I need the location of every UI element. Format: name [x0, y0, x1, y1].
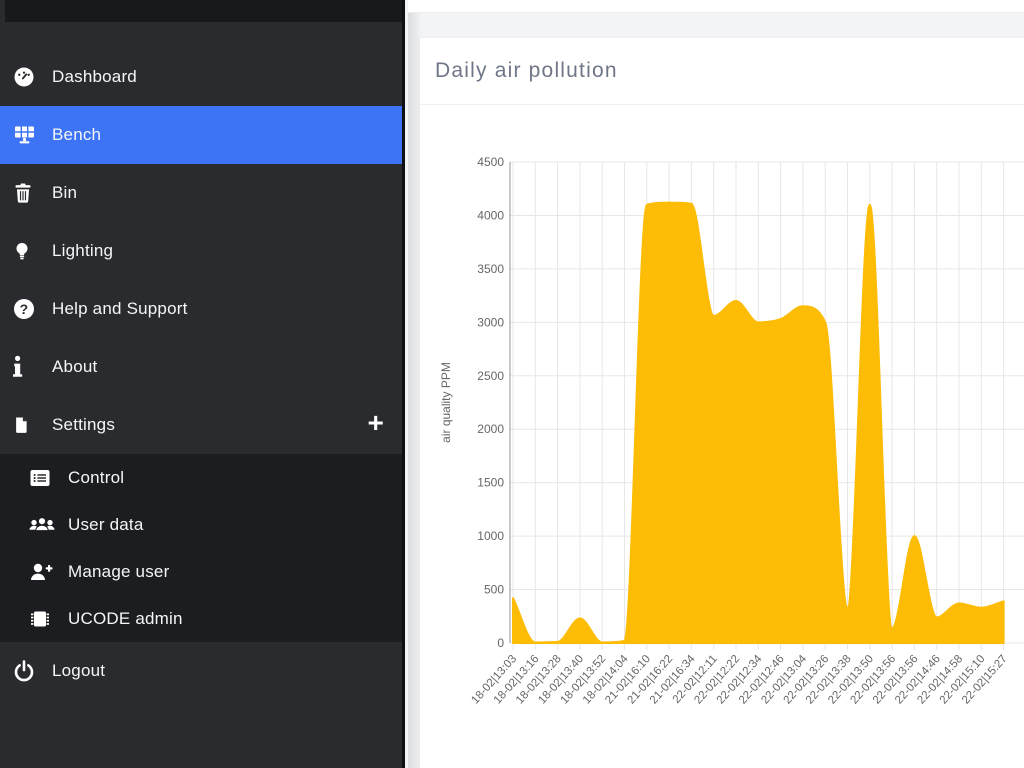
sidebar-brand-strip [5, 0, 402, 22]
sidebar-item-dashboard[interactable]: Dashboard [0, 48, 402, 106]
sidebar-item-help[interactable]: ? Help and Support [0, 280, 402, 338]
sidebar-item-label: Control [68, 468, 124, 488]
trash-icon [12, 181, 42, 205]
lightbulb-icon [12, 239, 42, 263]
dashboard-gauge-icon [12, 65, 42, 89]
sidebar-item-lighting[interactable]: Lighting [0, 222, 402, 280]
svg-text:4500: 4500 [477, 155, 504, 169]
svg-text:0: 0 [497, 636, 504, 650]
sidebar-item-label: About [52, 357, 97, 377]
sidebar-menu: Dashboard Bench [0, 48, 402, 700]
question-circle-icon: ? [12, 297, 42, 321]
sidebar-item-label: Dashboard [52, 67, 137, 87]
settings-submenu: Control User data [0, 454, 402, 642]
sidebar-item-user-data[interactable]: User data [0, 501, 402, 548]
sidebar-item-label: Lighting [52, 241, 113, 261]
list-icon [28, 466, 58, 490]
main-content: Daily air pollution 0 500 1000 1500 2000 2500… [408, 0, 1024, 768]
power-icon [12, 659, 42, 683]
svg-text:air quality PPM: air quality PPM [439, 362, 453, 443]
sidebar-item-label: Settings [52, 415, 115, 435]
sidebar-item-logout[interactable]: Logout [0, 642, 402, 700]
users-icon [28, 513, 58, 537]
sidebar-item-bin[interactable]: Bin [0, 164, 402, 222]
sidebar-item-label: Manage user [68, 562, 169, 582]
sidebar-item-control[interactable]: Control [0, 454, 402, 501]
sidebar-item-label: User data [68, 515, 144, 535]
svg-text:2000: 2000 [477, 422, 504, 436]
file-icon [12, 413, 42, 437]
info-icon [12, 355, 42, 379]
sidebar-item-about[interactable]: About [0, 338, 402, 396]
svg-text:1500: 1500 [477, 476, 504, 490]
sidebar-item-manage-user[interactable]: Manage user [0, 548, 402, 595]
microchip-icon [28, 607, 58, 631]
card-header: Daily air pollution [420, 38, 1024, 105]
app-root: Dashboard Bench [0, 0, 1024, 768]
solar-panel-icon [12, 123, 42, 147]
sidebar-item-label: Logout [52, 661, 105, 681]
sidebar-item-ucode-admin[interactable]: UCODE admin [0, 595, 402, 642]
svg-text:1000: 1000 [477, 529, 504, 543]
sidebar-item-label: UCODE admin [68, 609, 183, 629]
svg-text:500: 500 [484, 583, 504, 597]
svg-text:3500: 3500 [477, 262, 504, 276]
main-topbar [408, 0, 1024, 13]
sidebar: Dashboard Bench [0, 0, 405, 768]
chart-card: Daily air pollution 0 500 1000 1500 2000 2500… [420, 38, 1024, 768]
sidebar-item-label: Bench [52, 125, 101, 145]
sidebar-item-label: Bin [52, 183, 77, 203]
sidebar-item-bench[interactable]: Bench [0, 106, 402, 164]
user-plus-icon [28, 560, 58, 584]
svg-text:3000: 3000 [477, 315, 504, 329]
sidebar-item-label: Help and Support [52, 299, 188, 319]
air-pollution-chart[interactable]: 05001000150020002500300035004000450018-0… [420, 105, 1024, 765]
chart-area[interactable]: 05001000150020002500300035004000450018-0… [420, 105, 1024, 765]
svg-text:2500: 2500 [477, 369, 504, 383]
svg-text:?: ? [20, 301, 29, 317]
svg-text:4000: 4000 [477, 208, 504, 222]
sidebar-item-settings[interactable]: Settings + [0, 396, 402, 454]
plus-icon[interactable]: + [367, 409, 384, 437]
card-title: Daily air pollution [435, 59, 618, 83]
